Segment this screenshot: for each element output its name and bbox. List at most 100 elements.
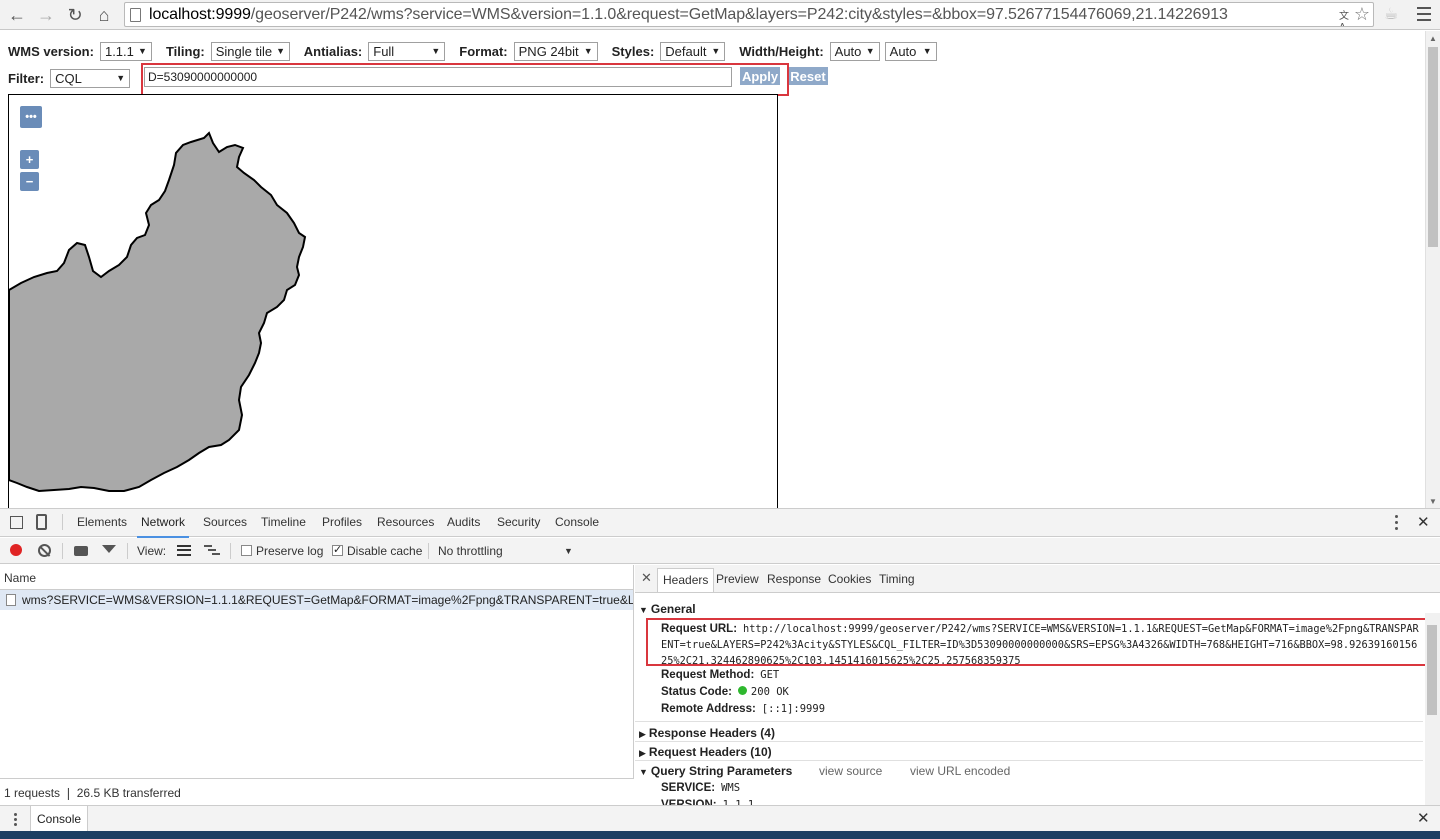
translate-icon[interactable]: 文A [1339,7,1353,26]
view-url-encoded-link[interactable]: view URL encoded [910,764,1010,778]
devtools-menu-icon[interactable] [1395,515,1398,531]
tab-sources[interactable]: Sources [203,515,247,529]
bookmark-star-icon[interactable]: ☆ [1354,4,1370,25]
antialias-label: Antialias: [303,43,363,59]
styles-select[interactable]: Default ▼ [660,41,726,61]
width-select[interactable]: Auto ▼ [829,41,880,61]
network-toolbar: View: Preserve log Disable cache No thro… [0,538,1440,564]
drawer-tab-console[interactable]: Console [30,806,89,832]
preserve-log-checkbox[interactable] [241,545,252,556]
devtools-panel: Elements Network Sources Timeline Profil… [0,508,1440,811]
map-menu-button[interactable]: ••• [20,106,42,128]
inspect-element-icon[interactable] [10,516,23,529]
tab-cookies[interactable]: Cookies [828,572,871,586]
wms-toolbar: WMS version: 1.1.1 ▼ Tiling: Single tile ▼… [8,40,951,62]
scroll-down-icon[interactable]: ▼ [1429,497,1437,506]
address-bar[interactable]: localhost:9999/geoserver/P242/wms?servic… [124,2,1374,27]
details-scrollbar-thumb[interactable] [1427,625,1437,715]
request-url-highlight-box [646,618,1439,666]
console-drawer: Console ✕ [0,805,1440,832]
tab-security[interactable]: Security [497,515,540,529]
close-drawer-icon[interactable]: ✕ [1417,809,1430,827]
tiling-label: Tiling: [165,43,205,59]
throttling-chevron-down-icon[interactable]: ▼ [564,546,573,556]
extension-icon[interactable]: ☕ [1381,4,1401,24]
response-headers-section-header[interactable]: ▶ Response Headers (4) [639,726,775,740]
request-headers-section-header[interactable]: ▶ Request Headers (10) [639,745,772,759]
close-details-icon[interactable]: ✕ [641,570,652,586]
map-viewer[interactable]: ••• + − [8,94,778,508]
wms-version-label: WMS version: [8,43,94,59]
details-tab-bar: ✕ Headers Preview Response Cookies Timin… [635,565,1440,593]
zoom-out-button[interactable]: − [20,172,39,191]
close-devtools-icon[interactable]: ✕ [1417,513,1430,531]
page-scrollbar-thumb[interactable] [1428,47,1438,247]
tab-audits[interactable]: Audits [447,515,480,529]
tab-console[interactable]: Console [555,515,599,529]
os-taskbar [0,831,1440,839]
overview-icon[interactable] [204,545,220,556]
device-mode-icon[interactable] [36,514,47,530]
table-row[interactable]: wms?SERVICE=WMS&VERSION=1.1.1&REQUEST=Ge… [0,590,633,610]
throttling-select[interactable]: No throttling [438,544,503,558]
request-method: Request Method: GET [661,669,780,681]
tab-preview[interactable]: Preview [716,572,759,586]
name-column-header[interactable]: Name [0,565,633,590]
disable-cache-checkbox[interactable] [332,543,343,556]
format-select[interactable]: PNG 24bit ▼ [513,41,598,61]
page-icon [130,8,141,22]
network-summary: 1 requests ❘ 26.5 KB transferred [0,778,634,806]
filter-label: Filter: [8,70,45,86]
format-label: Format: [459,43,508,59]
width-height-label: Width/Height: [739,43,824,59]
page-content: WMS version: 1.1.1 ▼ Tiling: Single tile ▼… [0,31,1425,508]
preserve-log-label: Preserve log [256,544,324,558]
tab-response[interactable]: Response [767,572,821,586]
tab-timeline[interactable]: Timeline [261,515,306,529]
view-source-link[interactable]: view source [819,764,882,778]
query-string-section-header[interactable]: ▼ Query String Parameters [639,764,792,778]
reload-icon[interactable]: ↻ [63,3,87,27]
tab-resources[interactable]: Resources [377,515,434,529]
filter-type-select[interactable]: CQL ▼ [50,68,131,88]
city-polygon[interactable] [9,131,307,493]
tab-timing[interactable]: Timing [879,572,915,586]
remote-address: Remote Address: [::1]:9999 [661,703,826,715]
devtools-tab-bar: Elements Network Sources Timeline Profil… [0,509,1440,538]
status-code: Status Code: 200 OK [661,686,789,698]
forward-icon[interactable]: → [34,3,58,27]
filter-row: Filter: CQL ▼ [8,67,144,89]
request-list: Name wms?SERVICE=WMS&VERSION=1.1.1&REQUE… [0,565,634,778]
document-icon [6,594,16,606]
height-select[interactable]: Auto ▼ [884,41,937,61]
filter-icon[interactable] [102,545,116,553]
clear-icon[interactable] [38,544,51,557]
capture-screenshots-icon[interactable] [74,546,88,556]
browser-toolbar: ← → ↻ ⌂ localhost:9999/geoserver/P242/wm… [0,0,1440,30]
drawer-menu-icon[interactable] [14,813,17,826]
view-label: View: [137,544,167,558]
zoom-in-button[interactable]: + [20,150,39,169]
tab-elements[interactable]: Elements [77,515,127,529]
address-url[interactable]: localhost:9999/geoserver/P242/wms?servic… [149,6,1228,24]
map-canvas[interactable] [9,95,778,508]
back-icon[interactable]: ← [5,3,29,27]
wms-version-select[interactable]: 1.1.1 ▼ [99,41,152,61]
antialias-select[interactable]: Full ▼ [368,41,446,61]
tab-profiles[interactable]: Profiles [322,515,362,529]
request-name: wms?SERVICE=WMS&VERSION=1.1.1&REQUEST=Ge… [22,593,633,607]
record-icon[interactable] [10,544,22,556]
tiling-select[interactable]: Single tile ▼ [210,41,290,61]
browser-menu-icon[interactable] [1414,3,1434,25]
status-ok-icon [737,686,747,695]
tab-network[interactable]: Network [136,515,190,538]
tab-headers[interactable]: Headers [657,568,715,592]
scroll-up-icon[interactable]: ▲ [1429,34,1437,43]
page-scrollbar[interactable]: ▲ ▼ [1425,31,1440,508]
home-icon[interactable]: ⌂ [92,3,116,27]
details-scrollbar[interactable] [1425,613,1440,806]
general-section-header[interactable]: ▼ General [639,602,696,616]
reset-button[interactable]: Reset [788,67,828,85]
param-service: SERVICE: WMS [661,782,741,794]
large-rows-icon[interactable] [177,545,191,556]
